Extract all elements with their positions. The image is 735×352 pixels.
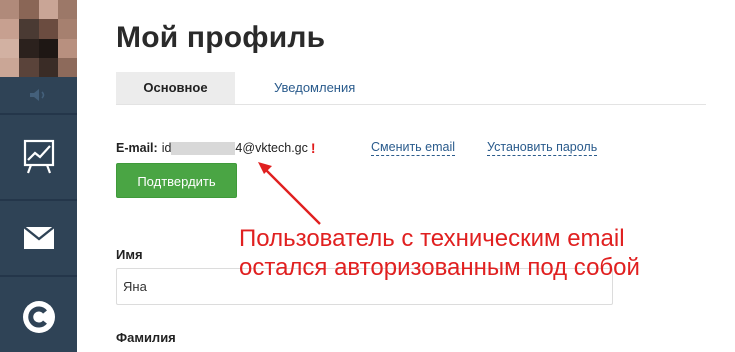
email-label: E-mail:	[116, 141, 158, 155]
annotation-text: Пользователь с техническим email остался…	[239, 224, 640, 282]
confirm-button[interactable]: Подтвердить	[116, 163, 237, 198]
page-title: Мой профиль	[116, 21, 326, 54]
name-label: Имя	[116, 247, 143, 262]
change-email-link[interactable]: Сменить email	[371, 139, 456, 156]
set-password-link[interactable]: Установить пароль	[487, 139, 598, 156]
annotation-line-2: остался авторизованным под собой	[239, 254, 640, 281]
email-value-prefix: id	[161, 140, 172, 155]
tab-notifications[interactable]: Уведомления	[274, 72, 355, 104]
annotation-line-1: Пользователь с техническим email	[239, 225, 625, 252]
tabs: Основное Уведомления	[116, 72, 706, 105]
email-redaction	[171, 142, 236, 156]
sidebar	[0, 0, 77, 352]
avatar[interactable]	[0, 0, 77, 77]
chart-icon[interactable]	[0, 124, 77, 190]
volume-icon[interactable]	[0, 84, 77, 106]
surname-label: Фамилия	[116, 330, 176, 345]
annotation-arrow-icon	[258, 162, 321, 225]
c-logo-icon[interactable]	[0, 292, 77, 342]
mail-icon[interactable]	[0, 212, 77, 264]
tab-main[interactable]: Основное	[116, 72, 235, 104]
